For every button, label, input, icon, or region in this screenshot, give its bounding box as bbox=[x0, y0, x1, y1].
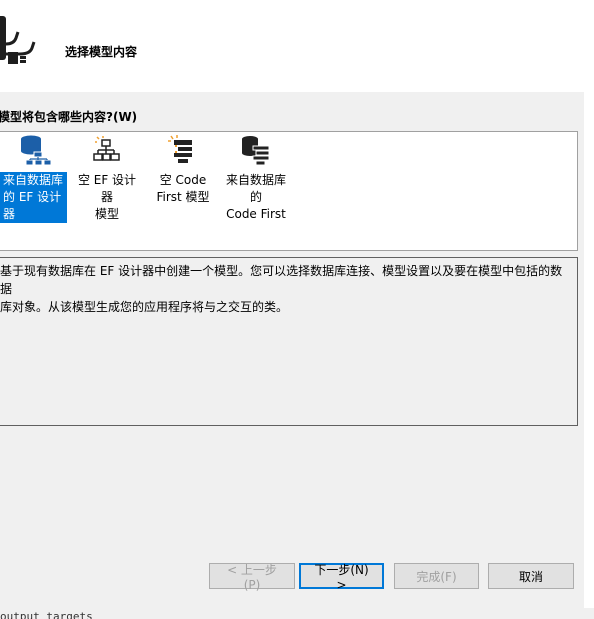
template-description-text: 基于现有数据库在 EF 设计器中创建一个模型。您可以选择数据库连接、模型设置以及… bbox=[0, 264, 563, 314]
next-button[interactable]: 下一步(N) > bbox=[299, 563, 384, 592]
template-label: 来自数据库 的 EF 设计器 bbox=[0, 172, 67, 223]
next-button-label: 下一步(N) > bbox=[314, 562, 369, 592]
template-label: 来自数据库的 Code First bbox=[225, 173, 286, 221]
window-edge bbox=[584, 0, 594, 608]
wizard-header: 选择模型内容 bbox=[0, 0, 584, 92]
plug-connector-icon bbox=[0, 16, 36, 64]
page-title: 选择模型内容 bbox=[65, 45, 138, 59]
template-label: 空 EF 设计器 模型 bbox=[77, 173, 137, 221]
template-question-label: 模型将包含哪些内容?(W) bbox=[0, 110, 138, 124]
finish-button-label: 完成(F) bbox=[416, 569, 457, 584]
cancel-button[interactable]: 取消 bbox=[488, 563, 574, 589]
database-designer-icon bbox=[21, 135, 52, 166]
background-output-text: output targets bbox=[0, 610, 93, 619]
template-label: 空 Code First 模型 bbox=[156, 173, 210, 204]
back-button-label: < 上一步(P) bbox=[227, 562, 277, 592]
empty-code-first-icon bbox=[168, 135, 192, 163]
background-window-strip: output targets bbox=[0, 608, 594, 619]
template-description-box: 基于现有数据库在 EF 设计器中创建一个模型。您可以选择数据库连接、模型设置以及… bbox=[0, 257, 578, 426]
empty-designer-icon bbox=[93, 136, 120, 161]
cancel-button-label: 取消 bbox=[518, 569, 543, 584]
database-code-first-icon bbox=[242, 136, 270, 166]
back-button[interactable]: < 上一步(P) bbox=[209, 563, 295, 592]
finish-button[interactable]: 完成(F) bbox=[394, 563, 479, 589]
template-list[interactable]: 来自数据库 的 EF 设计器 空 EF 设计器 模型 空 Code First … bbox=[0, 131, 578, 251]
